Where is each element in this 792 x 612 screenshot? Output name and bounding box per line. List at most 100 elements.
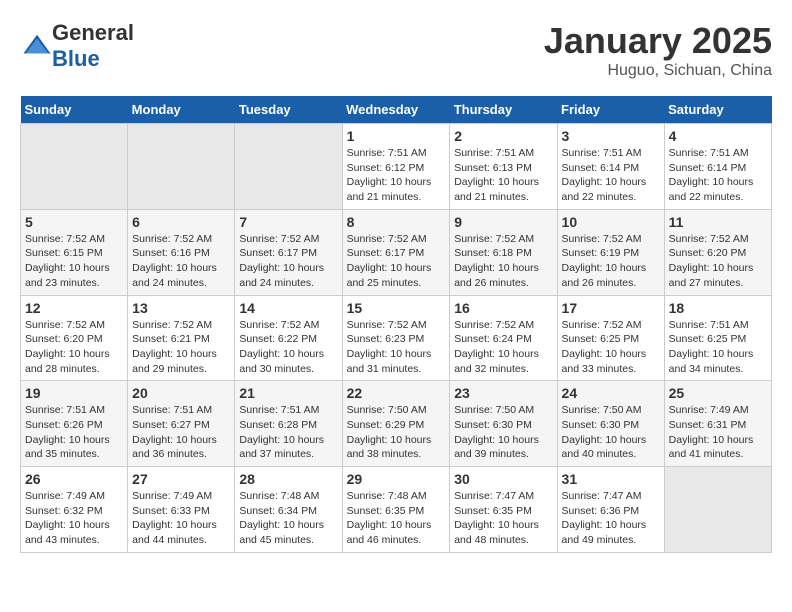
day-number: 7 xyxy=(239,214,337,230)
calendar-cell xyxy=(664,467,771,553)
calendar-cell: 9 Sunrise: 7:52 AM Sunset: 6:18 PM Daylig… xyxy=(450,209,557,295)
day-info: Sunrise: 7:52 AM Sunset: 6:23 PM Dayligh… xyxy=(347,318,446,377)
calendar-cell: 21 Sunrise: 7:51 AM Sunset: 6:28 PM Dayli… xyxy=(235,381,342,467)
calendar-cell: 5 Sunrise: 7:52 AM Sunset: 6:15 PM Daylig… xyxy=(21,209,128,295)
calendar-cell: 7 Sunrise: 7:52 AM Sunset: 6:17 PM Daylig… xyxy=(235,209,342,295)
calendar-cell: 13Sunrise: 7:52 AM Sunset: 6:21 PM Dayli… xyxy=(128,295,235,381)
calendar-cell: 17 Sunrise: 7:52 AM Sunset: 6:25 PM Dayli… xyxy=(557,295,664,381)
day-info: Sunrise: 7:52 AM Sunset: 6:21 PM Dayligh… xyxy=(132,318,230,377)
day-number: 26 xyxy=(25,471,123,487)
day-info: Sunrise: 7:49 AM Sunset: 6:32 PM Dayligh… xyxy=(25,489,123,548)
calendar-cell: 4Sunrise: 7:51 AM Sunset: 6:14 PM Daylig… xyxy=(664,124,771,210)
calendar-cell: 15 Sunrise: 7:52 AM Sunset: 6:23 PM Dayli… xyxy=(342,295,450,381)
weekday-header-row: SundayMondayTuesdayWednesdayThursdayFrid… xyxy=(21,96,772,124)
day-number: 6 xyxy=(132,214,230,230)
calendar-cell: 12 Sunrise: 7:52 AM Sunset: 6:20 PM Dayli… xyxy=(21,295,128,381)
day-info: Sunrise: 7:49 AM Sunset: 6:33 PM Dayligh… xyxy=(132,489,230,548)
day-number: 23 xyxy=(454,385,552,401)
day-number: 14 xyxy=(239,300,337,316)
day-info: Sunrise: 7:51 AM Sunset: 6:27 PM Dayligh… xyxy=(132,403,230,462)
day-number: 29 xyxy=(347,471,446,487)
calendar-cell: 1Sunrise: 7:51 AM Sunset: 6:12 PM Daylig… xyxy=(342,124,450,210)
week-row-5: 26 Sunrise: 7:49 AM Sunset: 6:32 PM Dayli… xyxy=(21,467,772,553)
day-number: 15 xyxy=(347,300,446,316)
weekday-header-sunday: Sunday xyxy=(21,96,128,124)
day-info: Sunrise: 7:50 AM Sunset: 6:29 PM Dayligh… xyxy=(347,403,446,462)
day-number: 21 xyxy=(239,385,337,401)
day-info: Sunrise: 7:51 AM Sunset: 6:26 PM Dayligh… xyxy=(25,403,123,462)
day-number: 3 xyxy=(562,128,660,144)
day-info: Sunrise: 7:50 AM Sunset: 6:30 PM Dayligh… xyxy=(562,403,660,462)
calendar-table: SundayMondayTuesdayWednesdayThursdayFrid… xyxy=(20,96,772,553)
calendar-cell: 20 Sunrise: 7:51 AM Sunset: 6:27 PM Dayli… xyxy=(128,381,235,467)
day-number: 27 xyxy=(132,471,230,487)
calendar-cell: 14Sunrise: 7:52 AM Sunset: 6:22 PM Dayli… xyxy=(235,295,342,381)
day-info: Sunrise: 7:48 AM Sunset: 6:35 PM Dayligh… xyxy=(347,489,446,548)
day-info: Sunrise: 7:47 AM Sunset: 6:35 PM Dayligh… xyxy=(454,489,552,548)
calendar-cell xyxy=(235,124,342,210)
day-number: 16 xyxy=(454,300,552,316)
day-info: Sunrise: 7:51 AM Sunset: 6:14 PM Dayligh… xyxy=(562,146,660,205)
day-info: Sunrise: 7:52 AM Sunset: 6:19 PM Dayligh… xyxy=(562,232,660,291)
calendar-cell: 28Sunrise: 7:48 AM Sunset: 6:34 PM Dayli… xyxy=(235,467,342,553)
calendar-cell: 23 Sunrise: 7:50 AM Sunset: 6:30 PM Dayli… xyxy=(450,381,557,467)
logo: General Blue xyxy=(20,20,134,72)
calendar-cell xyxy=(128,124,235,210)
calendar-cell: 8 Sunrise: 7:52 AM Sunset: 6:17 PM Daylig… xyxy=(342,209,450,295)
day-info: Sunrise: 7:51 AM Sunset: 6:12 PM Dayligh… xyxy=(347,146,446,205)
calendar-cell: 11 Sunrise: 7:52 AM Sunset: 6:20 PM Dayli… xyxy=(664,209,771,295)
page-header: General Blue January 2025 Huguo, Sichuan… xyxy=(20,20,772,80)
day-info: Sunrise: 7:52 AM Sunset: 6:25 PM Dayligh… xyxy=(562,318,660,377)
day-number: 9 xyxy=(454,214,552,230)
logo-general-text: General xyxy=(52,20,134,45)
day-number: 24 xyxy=(562,385,660,401)
calendar-cell: 6Sunrise: 7:52 AM Sunset: 6:16 PM Daylig… xyxy=(128,209,235,295)
week-row-2: 5 Sunrise: 7:52 AM Sunset: 6:15 PM Daylig… xyxy=(21,209,772,295)
week-row-1: 1Sunrise: 7:51 AM Sunset: 6:12 PM Daylig… xyxy=(21,124,772,210)
weekday-header-friday: Friday xyxy=(557,96,664,124)
day-info: Sunrise: 7:52 AM Sunset: 6:17 PM Dayligh… xyxy=(347,232,446,291)
day-info: Sunrise: 7:51 AM Sunset: 6:28 PM Dayligh… xyxy=(239,403,337,462)
day-info: Sunrise: 7:51 AM Sunset: 6:13 PM Dayligh… xyxy=(454,146,552,205)
calendar-cell: 30 Sunrise: 7:47 AM Sunset: 6:35 PM Dayli… xyxy=(450,467,557,553)
weekday-header-wednesday: Wednesday xyxy=(342,96,450,124)
calendar-cell xyxy=(21,124,128,210)
day-info: Sunrise: 7:51 AM Sunset: 6:25 PM Dayligh… xyxy=(669,318,767,377)
weekday-header-thursday: Thursday xyxy=(450,96,557,124)
day-number: 2 xyxy=(454,128,552,144)
day-number: 11 xyxy=(669,214,767,230)
calendar-cell: 31Sunrise: 7:47 AM Sunset: 6:36 PM Dayli… xyxy=(557,467,664,553)
day-info: Sunrise: 7:52 AM Sunset: 6:18 PM Dayligh… xyxy=(454,232,552,291)
calendar-cell: 19Sunrise: 7:51 AM Sunset: 6:26 PM Dayli… xyxy=(21,381,128,467)
weekday-header-monday: Monday xyxy=(128,96,235,124)
day-number: 12 xyxy=(25,300,123,316)
day-number: 22 xyxy=(347,385,446,401)
day-info: Sunrise: 7:50 AM Sunset: 6:30 PM Dayligh… xyxy=(454,403,552,462)
day-number: 8 xyxy=(347,214,446,230)
calendar-cell: 27 Sunrise: 7:49 AM Sunset: 6:33 PM Dayli… xyxy=(128,467,235,553)
day-info: Sunrise: 7:52 AM Sunset: 6:15 PM Dayligh… xyxy=(25,232,123,291)
title-block: January 2025 Huguo, Sichuan, China xyxy=(544,20,772,80)
day-number: 17 xyxy=(562,300,660,316)
calendar-cell: 10 Sunrise: 7:52 AM Sunset: 6:19 PM Dayli… xyxy=(557,209,664,295)
calendar-cell: 24 Sunrise: 7:50 AM Sunset: 6:30 PM Dayli… xyxy=(557,381,664,467)
day-number: 30 xyxy=(454,471,552,487)
calendar-cell: 25Sunrise: 7:49 AM Sunset: 6:31 PM Dayli… xyxy=(664,381,771,467)
day-number: 10 xyxy=(562,214,660,230)
calendar-cell: 26 Sunrise: 7:49 AM Sunset: 6:32 PM Dayli… xyxy=(21,467,128,553)
calendar-cell: 29 Sunrise: 7:48 AM Sunset: 6:35 PM Dayli… xyxy=(342,467,450,553)
month-title: January 2025 xyxy=(544,20,772,62)
weekday-header-saturday: Saturday xyxy=(664,96,771,124)
day-info: Sunrise: 7:52 AM Sunset: 6:24 PM Dayligh… xyxy=(454,318,552,377)
day-number: 25 xyxy=(669,385,767,401)
day-info: Sunrise: 7:52 AM Sunset: 6:20 PM Dayligh… xyxy=(25,318,123,377)
day-number: 20 xyxy=(132,385,230,401)
day-number: 4 xyxy=(669,128,767,144)
weekday-header-tuesday: Tuesday xyxy=(235,96,342,124)
week-row-3: 12 Sunrise: 7:52 AM Sunset: 6:20 PM Dayli… xyxy=(21,295,772,381)
day-number: 5 xyxy=(25,214,123,230)
logo-blue-text: Blue xyxy=(52,46,100,71)
day-info: Sunrise: 7:52 AM Sunset: 6:20 PM Dayligh… xyxy=(669,232,767,291)
day-info: Sunrise: 7:52 AM Sunset: 6:17 PM Dayligh… xyxy=(239,232,337,291)
calendar-cell: 16 Sunrise: 7:52 AM Sunset: 6:24 PM Dayli… xyxy=(450,295,557,381)
